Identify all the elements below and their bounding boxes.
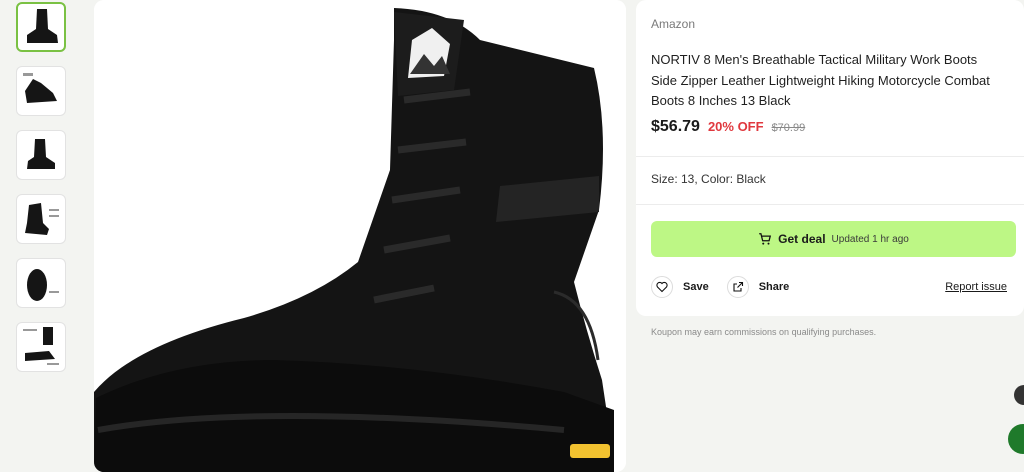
get-deal-label: Get deal xyxy=(778,232,826,246)
thumbnail-5[interactable] xyxy=(16,258,66,308)
scroll-button[interactable] xyxy=(1014,385,1024,405)
thumbnail-4[interactable] xyxy=(16,194,66,244)
save-button[interactable]: Save xyxy=(651,276,709,298)
product-info-panel: Amazon NORTIV 8 Men's Breathable Tactica… xyxy=(636,0,1024,316)
variant-info: Size: 13, Color: Black xyxy=(651,172,766,186)
action-bar: Save Share Report issue xyxy=(651,274,1007,300)
thumbnail-gallery xyxy=(16,2,68,386)
report-issue-link[interactable]: Report issue xyxy=(945,281,1007,293)
get-deal-button[interactable]: Get deal Updated 1 hr ago xyxy=(651,221,1016,257)
save-label: Save xyxy=(683,281,709,293)
cart-icon xyxy=(759,233,772,245)
share-button[interactable]: Share xyxy=(726,276,790,298)
product-page: Amazon NORTIV 8 Men's Breathable Tactica… xyxy=(0,0,1024,472)
current-price: $56.79 xyxy=(651,118,700,135)
thumbnail-1[interactable] xyxy=(16,2,66,52)
heart-icon xyxy=(651,276,673,298)
commission-disclaimer: Koupon may earn commissions on qualifyin… xyxy=(651,327,877,337)
thumbnail-2[interactable] xyxy=(16,66,66,116)
divider xyxy=(636,204,1024,205)
divider xyxy=(636,156,1024,157)
product-main-image[interactable] xyxy=(94,0,626,472)
chat-bubble-button[interactable] xyxy=(1008,424,1024,454)
thumbnail-3[interactable] xyxy=(16,130,66,180)
discount-badge: 20% OFF xyxy=(707,119,764,134)
share-label: Share xyxy=(758,281,790,293)
boot-image xyxy=(94,0,626,472)
store-name: Amazon xyxy=(651,17,696,31)
original-price: $70.99 xyxy=(771,122,806,134)
product-title: NORTIV 8 Men's Breathable Tactical Milit… xyxy=(651,52,990,108)
share-icon xyxy=(726,276,749,298)
thumbnail-6[interactable] xyxy=(16,322,66,372)
price-row: $56.79 20% OFF $70.99 xyxy=(651,118,805,136)
updated-timestamp: Updated 1 hr ago xyxy=(831,233,909,245)
